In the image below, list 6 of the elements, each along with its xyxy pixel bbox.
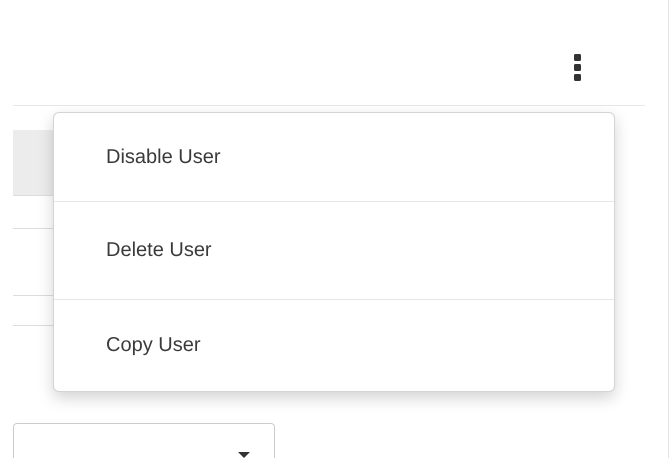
menu-item[interactable]: Delete User [54,201,614,299]
menu-item[interactable]: Copy User [54,299,614,391]
dropdown-field[interactable] [13,423,275,458]
menu-item[interactable]: Disable User [54,113,614,201]
more-options-icon[interactable] [574,54,581,81]
caret-icon [238,452,250,458]
